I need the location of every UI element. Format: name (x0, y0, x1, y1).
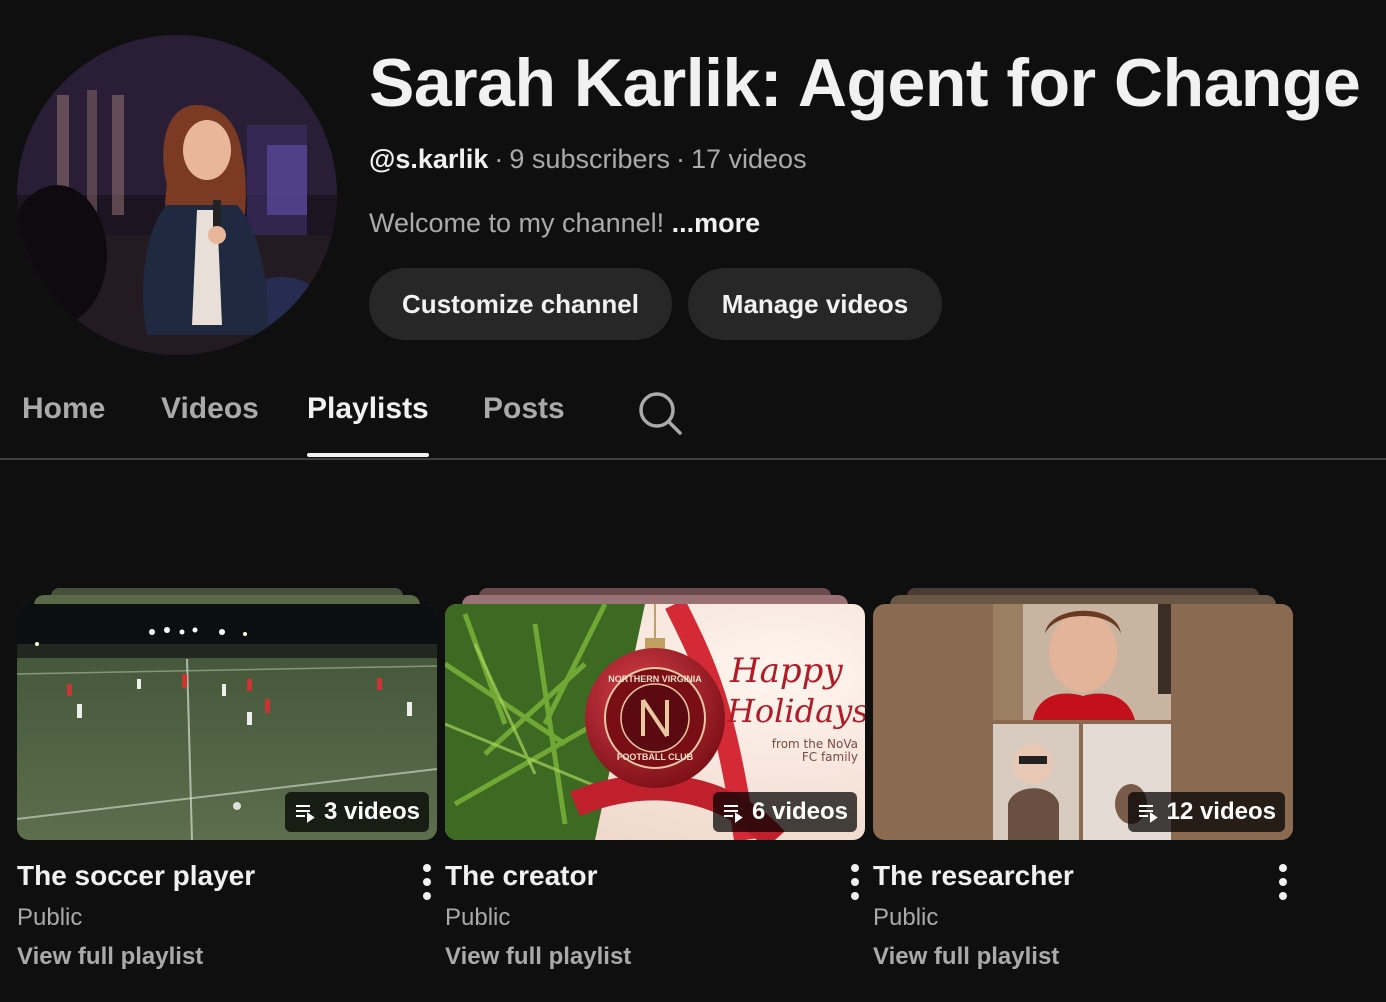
tab-videos[interactable]: Videos (161, 392, 259, 426)
playlist-visibility: Public (17, 904, 83, 931)
thumb-family: FC family (802, 750, 858, 764)
video-count-badge: 6 videos (712, 792, 857, 832)
more-vert-icon[interactable] (1271, 862, 1295, 902)
view-full-playlist-link[interactable]: View full playlist (445, 943, 631, 971)
thumb-holidays: Holidays (726, 692, 865, 730)
meta-separator: · (494, 144, 504, 174)
playlist-thumbnail[interactable]: NORTHERN VIRGINIA FOOTBALL CLUB Happy Ho… (445, 604, 865, 840)
description-more-link[interactable]: ...more (672, 208, 761, 238)
tabs-divider (0, 458, 1386, 460)
tab-home[interactable]: Home (22, 392, 105, 426)
playlist-thumbnail[interactable]: 3 videos (17, 604, 437, 840)
video-count: 6 videos (751, 798, 848, 825)
subscriber-count: 9 subscribers (509, 144, 670, 174)
video-count: 12 videos (1166, 798, 1276, 825)
playlist-visibility: Public (873, 904, 939, 931)
ornament-text-top: NORTHERN VIRGINIA (608, 674, 702, 684)
playlist-icon (723, 805, 743, 823)
description-text: Welcome to my channel! (369, 208, 665, 238)
active-tab-indicator (307, 453, 429, 457)
thumb-happy: Happy (729, 651, 843, 691)
channel-avatar[interactable] (17, 35, 337, 355)
search-icon[interactable] (637, 390, 683, 436)
channel-description[interactable]: Welcome to my channel! ...more (369, 208, 760, 239)
more-vert-icon[interactable] (843, 862, 867, 902)
channel-meta: @s.karlik · 9 subscribers · 17 videos (369, 144, 807, 175)
playlist-icon (1138, 805, 1158, 823)
video-count-badge: 3 videos (284, 792, 429, 832)
playlist-icon (295, 805, 315, 823)
playlist-thumbnail[interactable]: 12 videos (873, 604, 1293, 840)
playlist-title[interactable]: The soccer player (17, 860, 255, 892)
playlist-title[interactable]: The researcher (873, 860, 1074, 892)
channel-handle[interactable]: @s.karlik (369, 144, 488, 174)
view-full-playlist-link[interactable]: View full playlist (17, 943, 203, 971)
video-count-badge: 12 videos (1127, 792, 1285, 832)
playlist-visibility: Public (445, 904, 511, 931)
tab-posts[interactable]: Posts (483, 392, 565, 426)
channel-title: Sarah Karlik: Agent for Change (369, 45, 1361, 121)
ornament-text-bottom: FOOTBALL CLUB (617, 752, 694, 762)
channel-tabs: Home Videos Playlists Posts (0, 380, 1386, 460)
video-count: 17 videos (690, 144, 807, 174)
more-vert-icon[interactable] (415, 862, 439, 902)
video-count: 3 videos (323, 798, 420, 825)
playlist-title[interactable]: The creator (445, 860, 598, 892)
customize-channel-button[interactable]: Customize channel (369, 268, 672, 340)
view-full-playlist-link[interactable]: View full playlist (873, 943, 1059, 971)
meta-separator: · (675, 144, 685, 174)
tab-playlists[interactable]: Playlists (307, 392, 429, 426)
thumb-from: from the NoVa (772, 737, 858, 751)
manage-videos-button[interactable]: Manage videos (688, 268, 942, 340)
